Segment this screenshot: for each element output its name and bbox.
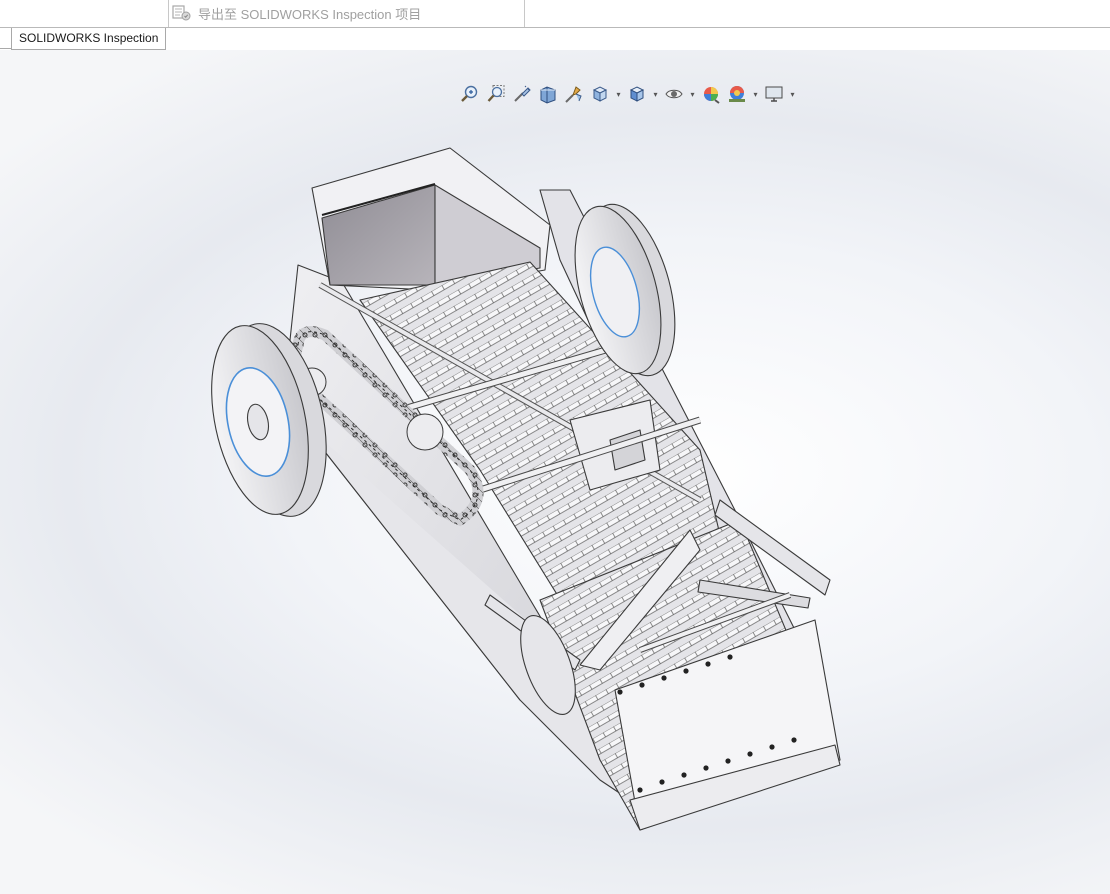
ribbon-separator	[168, 0, 169, 27]
harvester-body	[289, 147, 841, 831]
ribbon-separator	[524, 0, 525, 27]
export-to-inspection-button[interactable]: 导出至 SOLIDWORKS Inspection 项目	[172, 3, 421, 23]
tab-edge	[0, 28, 11, 49]
model-3d-view[interactable]	[0, 50, 1110, 894]
inspection-export-icon	[172, 4, 192, 22]
command-manager-tabs: SOLIDWORKS Inspection	[0, 28, 1110, 50]
export-label: 导出至 SOLIDWORKS Inspection 项目	[198, 6, 422, 22]
command-manager-strip: 导出至 SOLIDWORKS Inspection 项目	[0, 0, 1110, 28]
tab-solidworks-inspection[interactable]: SOLIDWORKS Inspection	[11, 28, 167, 50]
graphics-area[interactable]: ▾ ▾ ▾ ▾ ▾	[0, 50, 1110, 894]
